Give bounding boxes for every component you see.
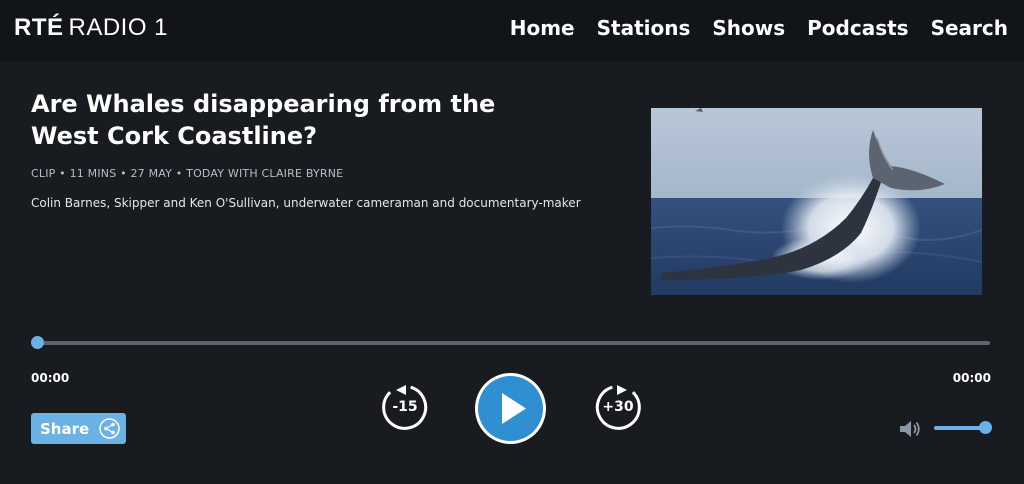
share-icon bbox=[99, 418, 120, 439]
logo-brand: RTÉ bbox=[14, 14, 64, 41]
rte-radio-1-logo[interactable]: RTÉ RADIO 1 bbox=[14, 12, 168, 44]
skip-forward-label: +30 bbox=[602, 399, 634, 415]
play-button[interactable] bbox=[475, 373, 546, 444]
episode-image bbox=[651, 108, 982, 295]
progress-handle[interactable] bbox=[31, 336, 44, 349]
nav-home[interactable]: Home bbox=[510, 14, 575, 42]
episode-meta: CLIP • 11 MINS • 27 MAY • TODAY WITH CLA… bbox=[31, 167, 344, 180]
episode-title: Are Whales disappearing from the West Co… bbox=[31, 90, 496, 150]
nav-search[interactable]: Search bbox=[931, 14, 1008, 42]
nav-stations[interactable]: Stations bbox=[597, 14, 691, 42]
total-duration: 00:00 bbox=[952, 371, 991, 385]
progress-bar[interactable] bbox=[37, 341, 990, 345]
share-label: Share bbox=[40, 419, 90, 438]
speaker-icon[interactable] bbox=[898, 419, 922, 439]
episode-description: Colin Barnes, Skipper and Ken O'Sullivan… bbox=[31, 196, 581, 210]
skip-forward-30-button[interactable]: +30 bbox=[592, 381, 644, 433]
top-navigation-bar: RTÉ RADIO 1 Home Stations Shows Podcasts… bbox=[0, 0, 1024, 62]
nav-shows[interactable]: Shows bbox=[712, 14, 785, 42]
skip-back-15-button[interactable]: -15 bbox=[379, 381, 431, 433]
volume-handle[interactable] bbox=[979, 421, 992, 434]
play-icon bbox=[502, 393, 526, 424]
elapsed-time: 00:00 bbox=[31, 371, 70, 385]
nav-podcasts[interactable]: Podcasts bbox=[807, 14, 908, 42]
skip-back-label: -15 bbox=[392, 399, 418, 415]
share-button[interactable]: Share bbox=[31, 413, 126, 444]
logo-station: RADIO 1 bbox=[68, 14, 169, 41]
main-nav: Home Stations Shows Podcasts Search bbox=[510, 14, 1008, 42]
